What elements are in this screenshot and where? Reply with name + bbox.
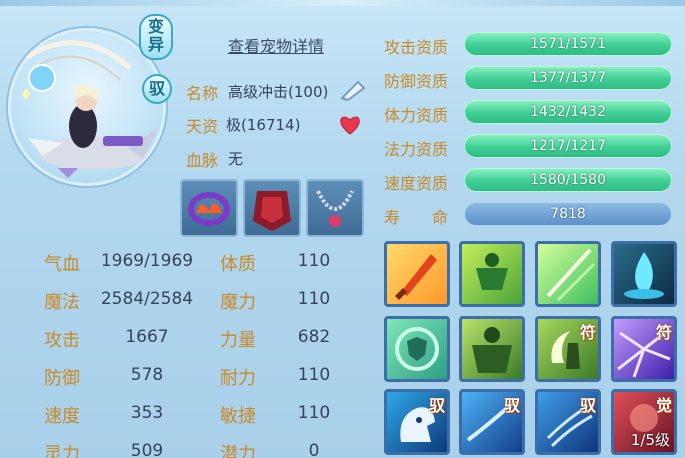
equip-slot-1[interactable] xyxy=(180,179,238,237)
skill-slot-5[interactable] xyxy=(384,316,450,382)
skill-slot-11[interactable]: 驭 xyxy=(535,389,601,455)
stat-hp-value: 1969/1969 xyxy=(100,251,194,271)
edit-name-icon[interactable] xyxy=(338,78,368,106)
top-border xyxy=(0,0,685,6)
purple-flame-collar-icon xyxy=(188,192,230,226)
skill-level: 1/5级 xyxy=(630,431,670,449)
attr-constitution-value: 110 xyxy=(297,251,331,271)
apt-mana-label: 法力资质 xyxy=(384,140,449,159)
ride-badge: 驭 xyxy=(142,74,172,104)
skill-slot-9[interactable]: 驭 xyxy=(384,389,450,455)
variant-badge-char-1: 变 xyxy=(147,17,164,36)
stat-spirit-label: 灵力 xyxy=(44,444,80,458)
lifespan-bar: 7818 xyxy=(464,202,672,226)
pet-name-value: 高级冲击(100) xyxy=(228,83,329,101)
stat-speed-label: 速度 xyxy=(44,406,80,427)
skill-slot-1[interactable] xyxy=(384,241,450,307)
attr-magic-label: 魔力 xyxy=(220,292,256,313)
equip-slot-3[interactable] xyxy=(306,179,364,237)
shield-ring-icon xyxy=(395,327,439,371)
green-light-icon xyxy=(546,248,596,302)
attr-potential-label: 潜力 xyxy=(220,444,256,458)
red-armor-icon xyxy=(253,191,291,231)
apt-defense-label: 防御资质 xyxy=(384,72,449,91)
apt-defense-bar: 1377/1377 xyxy=(464,66,672,90)
skill-slot-2[interactable] xyxy=(459,241,525,307)
bloodline-value: 无 xyxy=(228,150,244,168)
talent-value: 极(16714) xyxy=(226,116,301,134)
skill-tag: 驭 xyxy=(503,396,520,415)
skill-slot-6[interactable] xyxy=(459,316,525,382)
skill-tag: 符 xyxy=(655,323,672,342)
apt-speed-label: 速度资质 xyxy=(384,174,449,193)
stat-mp-label: 魔法 xyxy=(44,292,80,313)
skill-slot-4[interactable] xyxy=(611,241,677,307)
skill-slot-7[interactable]: 符 xyxy=(535,316,601,382)
attr-agility-label: 敏捷 xyxy=(220,406,256,427)
skill-slot-3[interactable] xyxy=(535,241,601,307)
heart-icon[interactable] xyxy=(338,114,362,140)
attr-strength-label: 力量 xyxy=(220,330,256,351)
stat-hp-label: 气血 xyxy=(44,254,80,275)
attr-endurance-value: 110 xyxy=(297,365,331,385)
skill-tag: 驭 xyxy=(579,396,596,415)
apt-stamina-label: 体力资质 xyxy=(384,106,449,125)
skill-tag: 觉 xyxy=(655,396,672,415)
stat-attack-label: 攻击 xyxy=(44,330,80,351)
attr-endurance-label: 耐力 xyxy=(220,368,256,389)
apt-attack-label: 攻击资质 xyxy=(384,38,449,57)
attr-constitution-label: 体质 xyxy=(220,254,256,275)
skill-slot-10[interactable]: 驭 xyxy=(459,389,525,455)
variant-badge-char-2: 异 xyxy=(147,35,164,54)
stat-defense-label: 防御 xyxy=(44,368,80,389)
apt-speed-bar: 1580/1580 xyxy=(464,168,672,192)
attr-magic-value: 110 xyxy=(297,289,331,309)
pet-detail-panel: 变 异 驭 查看宠物详情 名称 高级冲击(100) 天资 极(16714) 血脉… xyxy=(0,0,685,458)
view-pet-detail-link[interactable]: 查看宠物详情 xyxy=(228,33,324,57)
lifespan-label: 寿 命 xyxy=(384,208,449,227)
attr-agility-value: 110 xyxy=(297,403,331,423)
equip-slot-2[interactable] xyxy=(243,179,301,237)
blue-flame-icon xyxy=(624,252,664,299)
stat-speed-value: 353 xyxy=(130,403,164,423)
apt-mana-bar: 1217/1217 xyxy=(464,134,672,158)
gem-necklace-icon xyxy=(316,190,354,227)
stat-mp-value: 2584/2584 xyxy=(100,289,194,309)
attr-strength-value: 682 xyxy=(297,327,331,347)
green-giant-icon xyxy=(476,253,508,290)
skill-tag: 符 xyxy=(579,323,596,342)
sword-strike-icon xyxy=(395,254,437,300)
stat-attack-value: 1667 xyxy=(125,327,169,347)
stat-spirit-value: 509 xyxy=(130,441,164,458)
variant-badge: 变 异 xyxy=(139,14,173,60)
skill-tag: 驭 xyxy=(428,396,445,415)
attr-potential-value: 0 xyxy=(308,441,320,458)
apt-attack-bar: 1571/1571 xyxy=(464,32,672,56)
talent-label: 天资 xyxy=(186,117,219,136)
apt-stamina-bar: 1432/1432 xyxy=(464,100,672,124)
skill-slot-12[interactable]: 觉 1/5级 xyxy=(611,389,677,455)
skill-slot-8[interactable]: 符 xyxy=(611,316,677,382)
name-label: 名称 xyxy=(186,84,219,103)
bloodline-label: 血脉 xyxy=(186,151,219,170)
hulk-icon xyxy=(472,327,512,373)
stat-defense-value: 578 xyxy=(130,365,164,385)
